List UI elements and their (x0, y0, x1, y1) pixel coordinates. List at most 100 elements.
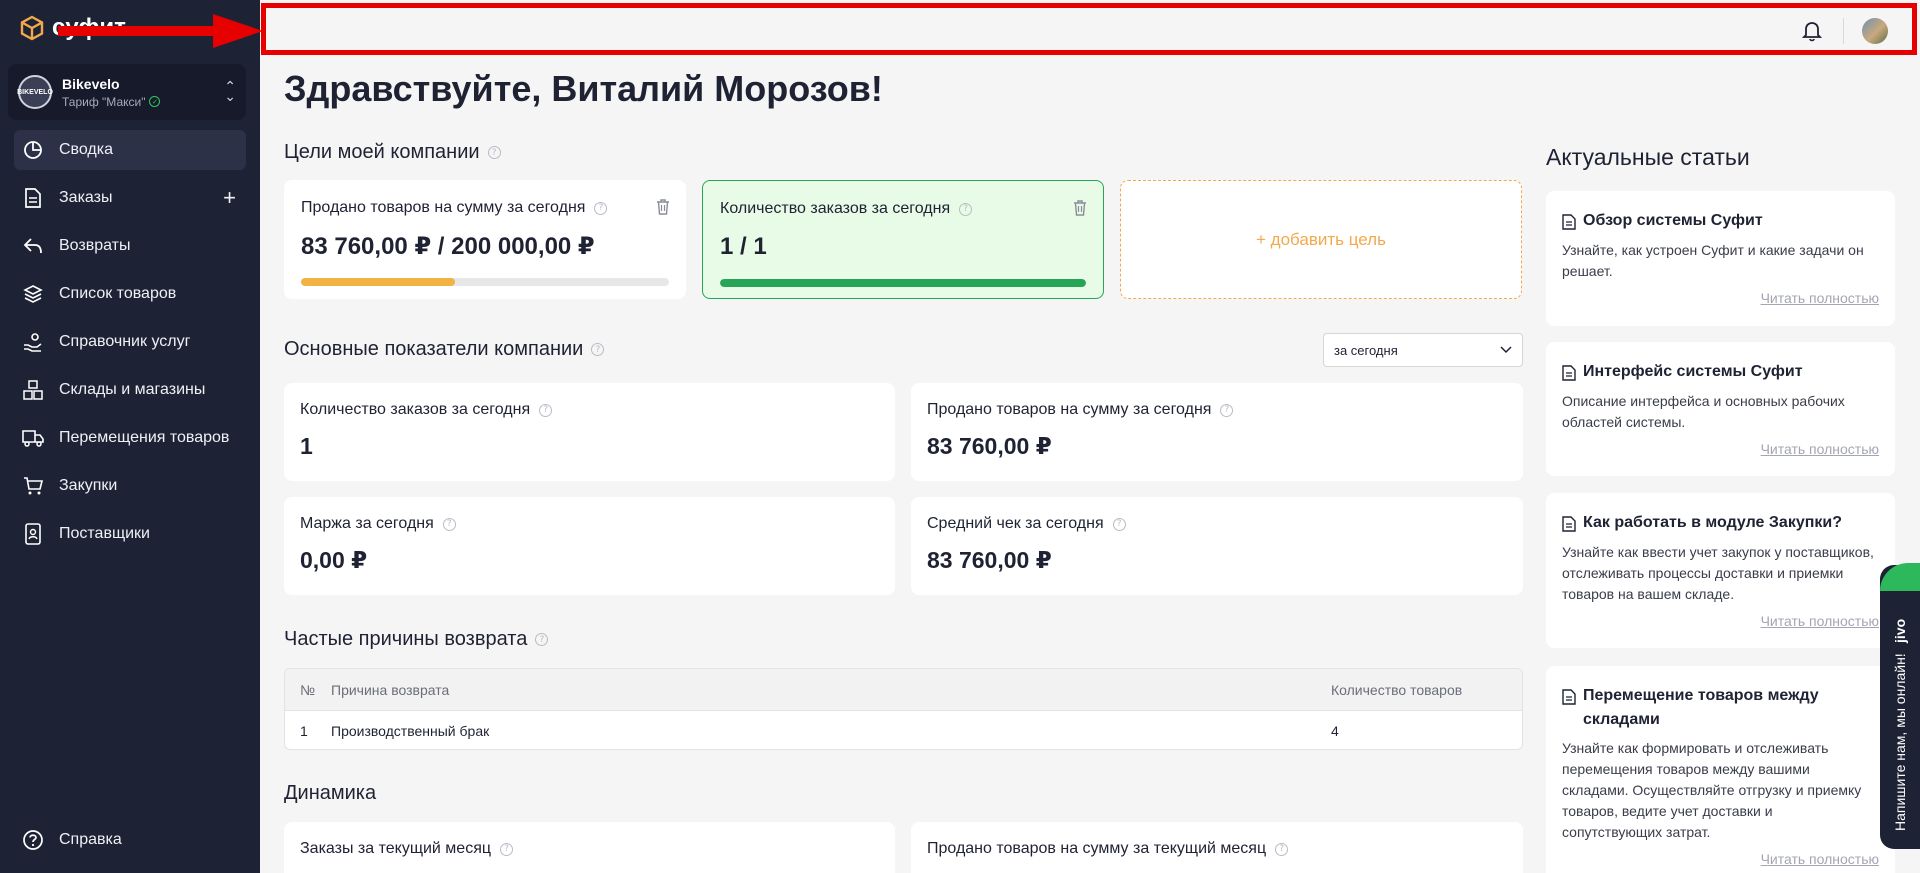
help-icon[interactable]: ? (591, 343, 605, 356)
help-label: Справка (59, 831, 122, 848)
help-icon[interactable]: ? (535, 633, 549, 646)
layers-icon (22, 283, 44, 305)
article-title: Обзор системы Суфит (1583, 212, 1763, 229)
question-circle-icon (23, 830, 43, 850)
bell-icon[interactable] (1802, 20, 1822, 42)
table-cell: 4 (1331, 722, 1339, 739)
chevron-updown-icon: ⌃ ⌄ (224, 78, 236, 104)
contact-book-icon (22, 523, 44, 545)
help-icon[interactable]: ? (539, 403, 553, 417)
returns-title: Частые причины возврата (284, 628, 528, 650)
chevron-down-icon (1500, 346, 1512, 354)
cart-icon (22, 475, 44, 497)
article-card[interactable]: Интерфейс системы Суфит Описание интерфе… (1546, 342, 1895, 476)
chat-brand: jivo (1892, 619, 1908, 644)
sidebar-item-services[interactable]: Справочник услуг (14, 322, 246, 362)
period-select-value: за сегодня (1334, 342, 1398, 358)
sidebar-item-summary[interactable]: Сводка (14, 130, 246, 170)
returns-section-title: Частые причины возврата ? (284, 628, 549, 651)
column-header: Причина возврата (331, 681, 450, 698)
sidebar-item-label: Список товаров (59, 285, 177, 302)
dynamics-label: Продано товаров на сумму за текущий меся… (927, 840, 1267, 857)
document-icon (1562, 516, 1576, 532)
kpi-value: 83 760,00 ₽ (927, 547, 1052, 573)
article-desc: Узнайте как формировать и отслеживать пе… (1562, 740, 1862, 840)
goal-progress-fill (720, 279, 1086, 287)
read-more-link[interactable]: Читать полностью (1761, 441, 1879, 457)
read-more-link[interactable]: Читать полностью (1761, 613, 1879, 629)
sidebar-item-label: Сводка (59, 141, 114, 158)
goal-value: 1 / 1 (720, 233, 767, 260)
kpi-label: Маржа за сегодня (300, 515, 434, 532)
document-icon (1562, 214, 1576, 230)
help-icon[interactable]: ? (500, 842, 514, 856)
kpi-title: Основные показатели компании (284, 338, 584, 360)
help-icon[interactable]: ? (442, 517, 456, 531)
sidebar-item-label: Перемещения товаров (59, 429, 230, 446)
boxes-icon (22, 379, 44, 401)
truck-icon (22, 427, 44, 449)
sidebar-item-transfers[interactable]: Перемещения товаров (14, 418, 246, 458)
sidebar-item-label: Поставщики (59, 525, 150, 542)
company-switcher[interactable]: BIKEVELO Bikevelo Тариф "Макси" ✓ ⌃ ⌄ (8, 64, 246, 120)
help-icon[interactable]: ? (959, 202, 973, 216)
hand-service-icon (22, 331, 44, 353)
top-bar (261, 3, 1917, 55)
document-icon (1562, 689, 1576, 705)
goal-progress-bar (301, 278, 669, 286)
article-desc: Узнайте, как устроен Суфит и какие задач… (1562, 242, 1864, 279)
sidebar-item-label: Склады и магазины (59, 381, 206, 398)
sidebar-item-products[interactable]: Список товаров (14, 274, 246, 314)
dynamics-label: Заказы за текущий месяц (300, 840, 492, 857)
help-icon[interactable]: ? (1112, 517, 1126, 531)
chat-widget[interactable]: Напишите нам, мы онлайн! jivo (1880, 563, 1920, 849)
kpi-value: 1 (300, 433, 313, 459)
topbar-divider (1843, 18, 1844, 44)
goal-value: 83 760,00 ₽ / 200 000,00 ₽ (301, 233, 595, 260)
document-icon (1562, 365, 1576, 381)
article-card[interactable]: Перемещение товаров между складами Узнай… (1546, 666, 1895, 873)
add-order-plus-icon[interactable]: + (223, 185, 236, 211)
table-row[interactable]: 1 Производственный брак 4 (285, 711, 1522, 749)
read-more-link[interactable]: Читать полностью (1761, 851, 1879, 867)
sidebar-item-orders[interactable]: Заказы + (14, 178, 246, 218)
help-icon[interactable]: ? (1275, 842, 1289, 856)
goal-card-orders: Количество заказов за сегодня ? 1 / 1 (702, 180, 1104, 299)
trash-icon[interactable] (656, 199, 670, 215)
user-avatar[interactable] (1862, 18, 1888, 44)
dynamics-section-title: Динамика (284, 782, 376, 805)
article-card[interactable]: Как работать в модуле Закупки? Узнайте к… (1546, 493, 1895, 648)
dynamics-card-sales: Продано товаров на сумму за текущий меся… (911, 822, 1523, 873)
trash-icon[interactable] (1073, 200, 1087, 216)
articles-title: Актуальные статьи (1546, 144, 1750, 170)
column-header: № (300, 681, 316, 698)
kpi-value: 83 760,00 ₽ (927, 433, 1052, 459)
add-goal-button[interactable]: + добавить цель (1120, 180, 1522, 299)
goals-section-title: Цели моей компании ? (284, 141, 501, 164)
article-title: Перемещение товаров между складами (1583, 687, 1819, 728)
kpi-card-sales: Продано товаров на сумму за сегодня? 83 … (911, 383, 1523, 481)
annotation-arrow (58, 14, 263, 48)
kpi-card-orders: Количество заказов за сегодня? 1 (284, 383, 895, 481)
dynamics-title: Динамика (284, 782, 377, 804)
chat-label: Напишите нам, мы онлайн! (1892, 653, 1908, 831)
sidebar-item-warehouses[interactable]: Склады и магазины (14, 370, 246, 410)
help-link[interactable]: Справка (22, 829, 122, 851)
period-select[interactable]: за сегодня (1323, 333, 1523, 367)
kpi-label: Количество заказов за сегодня (300, 401, 531, 418)
kpi-value: 0,00 ₽ (300, 547, 368, 573)
company-plan: Тариф "Макси" (62, 94, 146, 109)
sidebar-item-purchases[interactable]: Закупки (14, 466, 246, 506)
help-icon[interactable]: ? (1220, 403, 1234, 417)
help-icon[interactable]: ? (594, 201, 608, 215)
chat-widget-label: Напишите нам, мы онлайн! jivo (1892, 601, 1908, 831)
document-icon (22, 187, 44, 209)
read-more-link[interactable]: Читать полностью (1761, 290, 1879, 306)
help-icon[interactable]: ? (487, 146, 501, 159)
sidebar-item-returns[interactable]: Возвраты (14, 226, 246, 266)
column-header: Количество товаров (1331, 681, 1463, 698)
pie-chart-icon (22, 139, 44, 161)
sidebar-item-suppliers[interactable]: Поставщики (14, 514, 246, 554)
article-card[interactable]: Обзор системы Суфит Узнайте, как устроен… (1546, 191, 1895, 326)
goal-progress-bar (720, 279, 1086, 287)
